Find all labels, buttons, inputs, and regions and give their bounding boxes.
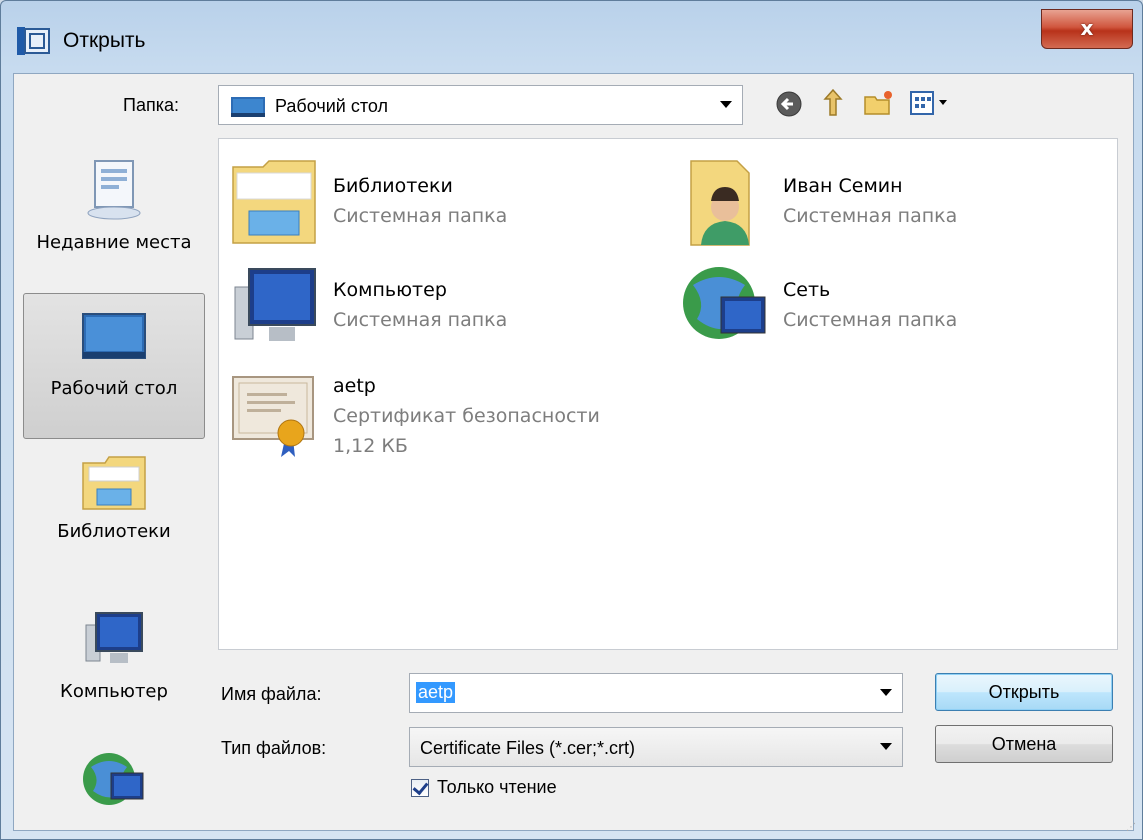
filename-combobox[interactable]: aetp bbox=[409, 673, 903, 713]
filetype-label: Тип файлов: bbox=[221, 738, 327, 758]
place-desktop[interactable]: Рабочий стол bbox=[23, 293, 205, 439]
place-desktop-label: Рабочий стол bbox=[50, 378, 178, 399]
computer-icon bbox=[234, 268, 316, 341]
libraries-icon bbox=[82, 456, 146, 510]
open-file-dialog: Открыть x Папка: Рабочий стол Недавние м… bbox=[0, 0, 1143, 840]
list-item[interactable]: Иван Семин Системная папка bbox=[669, 149, 1099, 246]
filename-label: Имя файла: bbox=[221, 684, 322, 704]
file-type: Системная папка bbox=[783, 309, 958, 331]
chevron-down-icon[interactable] bbox=[720, 101, 732, 108]
folder-combobox[interactable]: Рабочий стол bbox=[218, 85, 743, 125]
file-list: Библиотеки Системная папка Иван Семин Си… bbox=[218, 138, 1118, 650]
desktop-small-icon bbox=[231, 97, 265, 117]
list-item[interactable]: Библиотеки Системная папка bbox=[219, 149, 649, 245]
desktop-icon bbox=[82, 313, 146, 359]
place-recent[interactable]: Недавние места bbox=[23, 157, 205, 287]
dialog-title: Открыть bbox=[63, 29, 146, 52]
readonly-label: Только чтение bbox=[437, 777, 557, 797]
new-folder-icon[interactable] bbox=[863, 89, 895, 117]
computer-icon bbox=[85, 612, 143, 663]
filename-input[interactable]: aetp bbox=[416, 682, 456, 703]
file-type: Системная папка bbox=[333, 205, 508, 227]
place-network[interactable] bbox=[23, 749, 205, 823]
chevron-down-icon[interactable] bbox=[880, 689, 892, 696]
network-icon bbox=[83, 753, 144, 805]
place-libraries-label: Библиотеки bbox=[57, 521, 171, 542]
filetype-select[interactable]: Certificate Files (*.cer;*.crt) bbox=[409, 727, 903, 767]
readonly-checkbox[interactable] bbox=[411, 779, 429, 797]
cancel-button[interactable]: Отмена bbox=[935, 725, 1113, 763]
list-item[interactable]: Компьютер Системная папка bbox=[219, 253, 649, 349]
libraries-folder-icon bbox=[232, 160, 316, 244]
file-name: Компьютер bbox=[333, 279, 447, 301]
file-type: Системная папка bbox=[783, 205, 958, 227]
dialog-app-icon bbox=[17, 27, 50, 55]
place-computer[interactable]: Компьютер bbox=[23, 609, 205, 729]
places-bar: Недавние места Рабочий стол Библиотеки К… bbox=[23, 137, 205, 827]
place-recent-label: Недавние места bbox=[36, 232, 192, 253]
folder-label: Папка: bbox=[123, 95, 179, 115]
list-item[interactable]: Сеть Системная папка bbox=[669, 253, 1099, 349]
network-icon bbox=[683, 267, 766, 339]
certificate-icon bbox=[232, 376, 314, 457]
title-bar[interactable]: Открыть x bbox=[1, 1, 1142, 75]
view-menu-icon[interactable] bbox=[909, 90, 951, 116]
up-folder-icon[interactable] bbox=[819, 87, 847, 119]
user-folder-icon bbox=[690, 160, 750, 246]
close-button[interactable]: x bbox=[1041, 9, 1133, 49]
file-name: aetp bbox=[333, 375, 376, 397]
place-libraries[interactable]: Библиотеки bbox=[23, 453, 205, 573]
file-type: Сертификат безопасности bbox=[333, 405, 600, 427]
open-button[interactable]: Открыть bbox=[935, 673, 1113, 711]
resize-grip-icon[interactable]: ⋰ bbox=[1126, 822, 1136, 833]
list-item[interactable]: aetp Сертификат безопасности 1,12 КБ bbox=[219, 349, 649, 469]
file-size: 1,12 КБ bbox=[333, 435, 408, 457]
current-folder-text: Рабочий стол bbox=[275, 96, 388, 116]
file-name: Сеть bbox=[783, 279, 831, 301]
filetype-value: Certificate Files (*.cer;*.crt) bbox=[420, 738, 636, 758]
recent-places-icon bbox=[87, 160, 141, 220]
file-type: Системная папка bbox=[333, 309, 508, 331]
file-name: Иван Семин bbox=[783, 175, 903, 197]
place-computer-label: Компьютер bbox=[60, 681, 168, 702]
back-icon[interactable] bbox=[775, 90, 803, 118]
file-name: Библиотеки bbox=[333, 175, 453, 197]
chevron-down-icon[interactable] bbox=[880, 743, 892, 750]
